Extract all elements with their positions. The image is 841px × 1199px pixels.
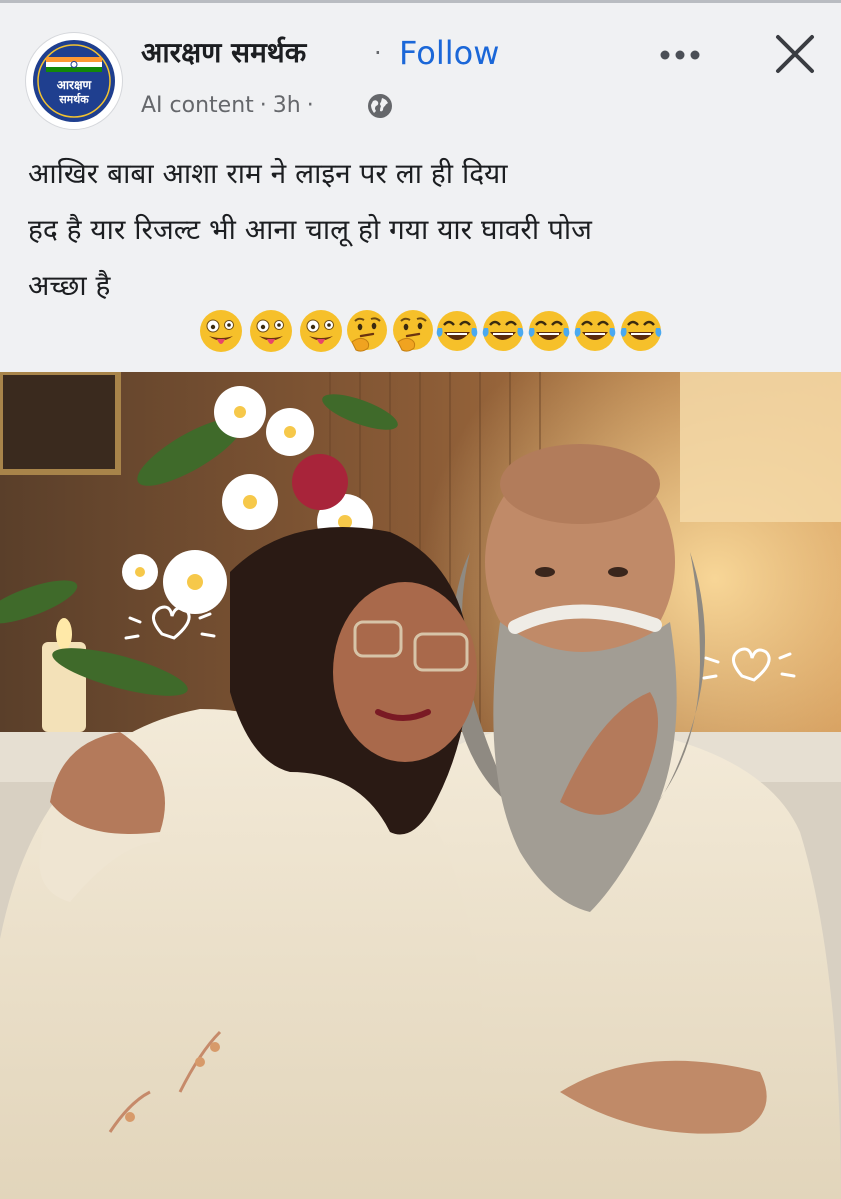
post-header: आरक्षण समर्थक आरक्षण समर्थक · Follow AI … bbox=[0, 3, 841, 140]
more-horizontal-icon[interactable] bbox=[656, 37, 704, 73]
follow-button[interactable]: Follow bbox=[399, 31, 499, 75]
post-meta: AI content · 3h · bbox=[141, 89, 320, 123]
post-text-line: आखिर बाबा आशा राम ने लाइन पर ला ही दिया bbox=[28, 157, 508, 190]
zany-face-icon bbox=[200, 310, 242, 352]
avatar-logo: आरक्षण समर्थक bbox=[28, 35, 120, 127]
name-separator: · bbox=[374, 39, 382, 67]
thinking-face-icon bbox=[393, 310, 433, 352]
zany-face-icon bbox=[300, 310, 342, 352]
meta-separator-2: · bbox=[306, 93, 314, 118]
close-icon[interactable] bbox=[770, 29, 820, 79]
post-text-line: अच्छा है bbox=[28, 269, 111, 302]
photo-illustration bbox=[0, 372, 841, 1199]
tears-of-joy-icon bbox=[482, 311, 524, 351]
page-name[interactable]: आरक्षण समर्थक bbox=[141, 33, 306, 73]
post-text: आखिर बाबा आशा राम ने लाइन पर ला ही दिया … bbox=[28, 146, 818, 314]
avatar-text-line-1: आरक्षण bbox=[57, 78, 93, 92]
meta-separator: · bbox=[259, 93, 267, 118]
ai-content-label[interactable]: AI content bbox=[141, 93, 254, 118]
thinking-face-icon bbox=[347, 310, 387, 352]
emoji-row bbox=[198, 308, 678, 360]
tears-of-joy-icon bbox=[528, 311, 570, 351]
tears-of-joy-icon bbox=[620, 311, 662, 351]
post-photo[interactable] bbox=[0, 372, 841, 1199]
globe-icon bbox=[368, 94, 392, 118]
page-avatar[interactable]: आरक्षण समर्थक bbox=[26, 33, 122, 129]
tears-of-joy-icon bbox=[574, 311, 616, 351]
avatar-text-line-2: समर्थक bbox=[58, 92, 89, 106]
post-time[interactable]: 3h bbox=[273, 93, 301, 118]
tears-of-joy-icon bbox=[436, 311, 478, 351]
post-text-line: हद है यार रिजल्ट भी आना चालू हो गया यार … bbox=[28, 213, 592, 246]
zany-face-icon bbox=[250, 310, 292, 352]
